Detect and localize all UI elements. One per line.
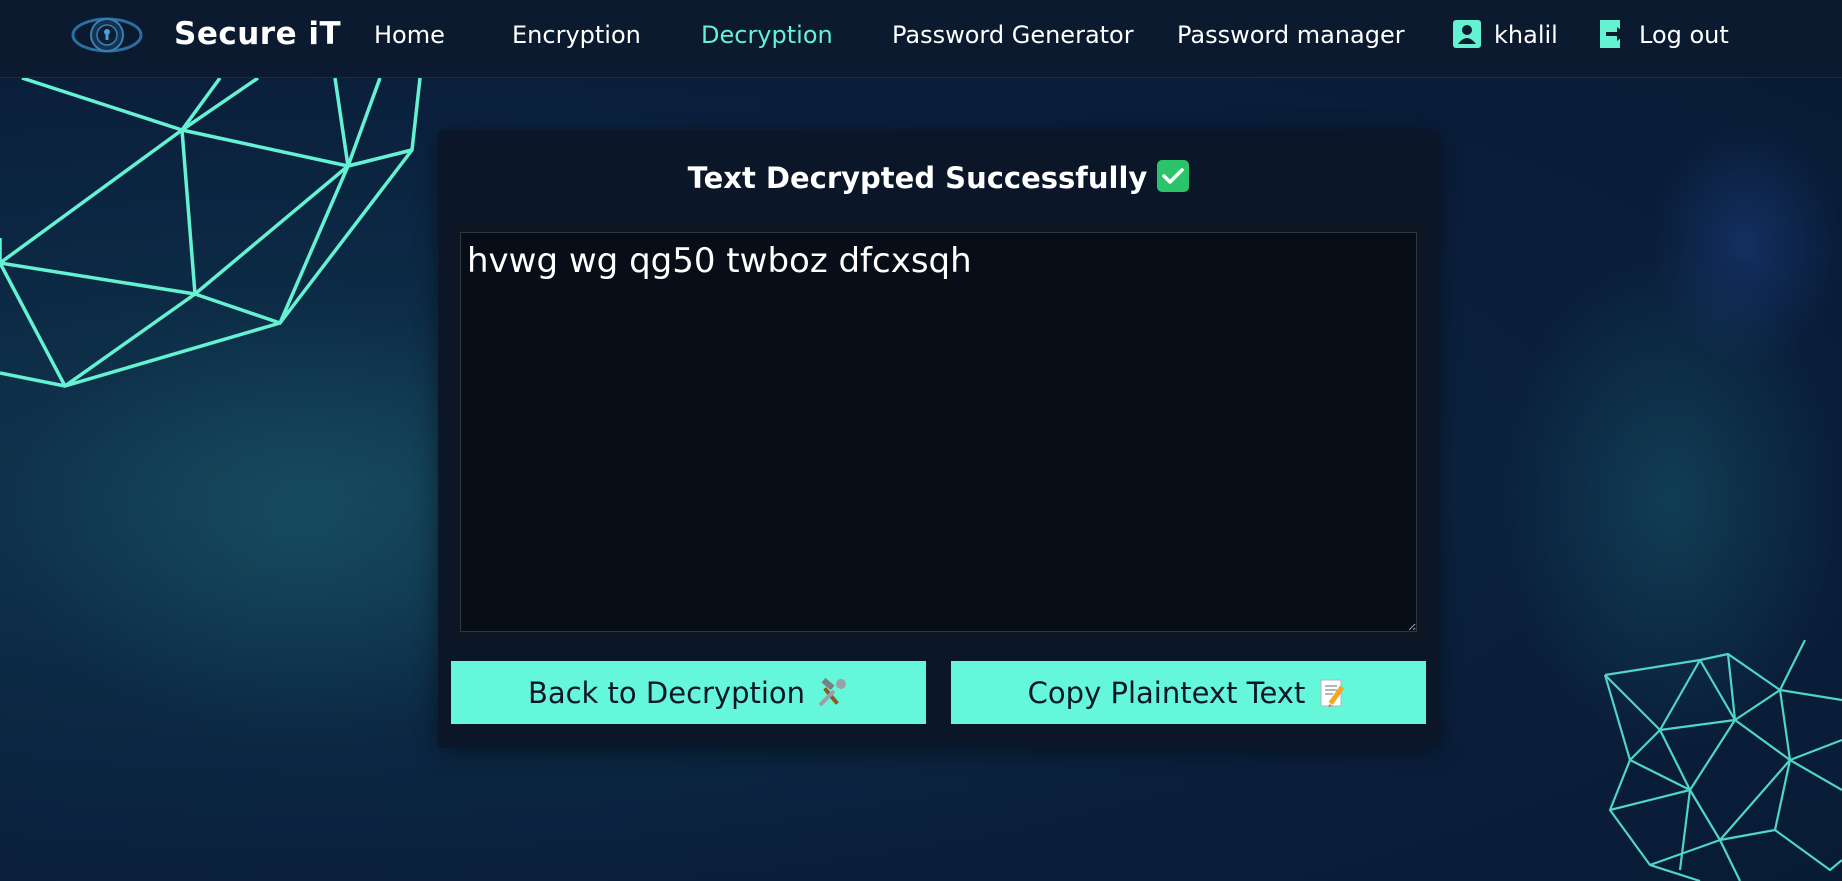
result-title: Text Decrypted Successfully: [438, 160, 1439, 195]
check-mark-icon: [1157, 160, 1190, 192]
nav-logout[interactable]: Log out: [1639, 21, 1729, 49]
copy-plaintext-button[interactable]: Copy Plaintext Text: [951, 661, 1426, 724]
output-container: hvwg wg qg50 twboz dfcxsqh: [451, 223, 1426, 641]
geometric-art-left: [0, 78, 422, 388]
nav-home[interactable]: Home: [374, 21, 445, 49]
memo-pencil-icon: [1320, 679, 1345, 707]
geometric-art-right: [1603, 640, 1842, 881]
back-button-label: Back to Decryption: [527, 675, 806, 710]
nav-decryption[interactable]: Decryption: [701, 21, 833, 49]
brand-name[interactable]: Secure iT: [174, 16, 341, 52]
decrypted-output-textarea[interactable]: hvwg wg qg50 twboz dfcxsqh: [460, 232, 1417, 632]
result-title-text: Text Decrypted Successfully: [687, 161, 1148, 195]
decryption-result-card: Text Decrypted Successfully hvwg wg qg50…: [438, 130, 1439, 748]
user-profile-icon: [1453, 20, 1481, 48]
nav-password-generator[interactable]: Password Generator: [892, 21, 1134, 49]
top-navbar: Secure iT Home Encryption Decryption Pas…: [0, 0, 1842, 78]
back-to-decryption-button[interactable]: Back to Decryption: [451, 661, 926, 724]
copy-button-label: Copy Plaintext Text: [1027, 675, 1306, 710]
logout-arrow-icon: [1600, 20, 1626, 48]
background-glow-top-right: [1650, 120, 1842, 370]
hammer-wrench-icon: [818, 677, 847, 706]
nav-password-manager[interactable]: Password manager: [1177, 21, 1405, 49]
nav-user-khalil[interactable]: khalil: [1494, 21, 1558, 49]
nav-encryption[interactable]: Encryption: [512, 21, 641, 49]
eye-keyhole-logo-icon[interactable]: [70, 10, 145, 60]
